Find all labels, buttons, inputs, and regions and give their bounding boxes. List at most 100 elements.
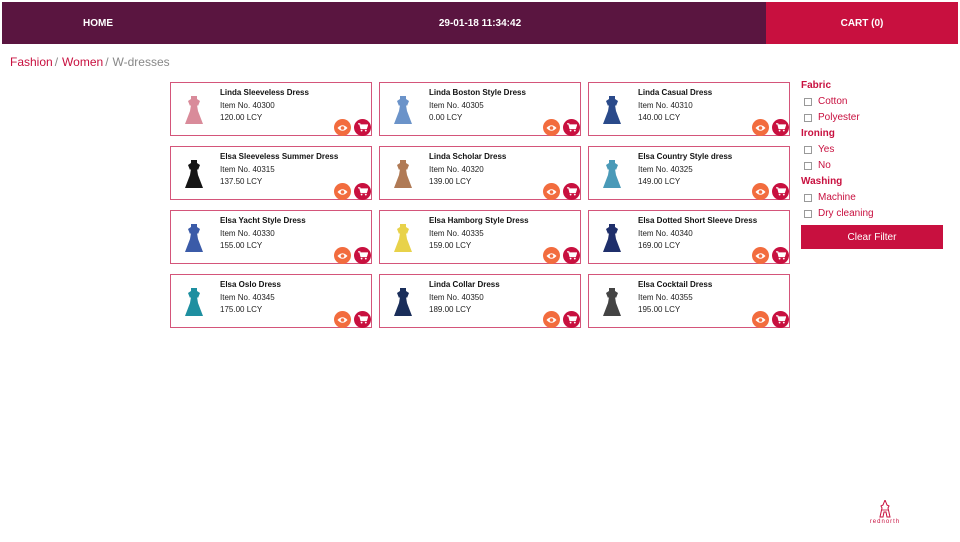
add-to-cart-button[interactable] (563, 183, 580, 200)
product-price: 175.00 LCY (220, 305, 263, 314)
product-price: 169.00 LCY (638, 241, 681, 250)
logo-text: rednorth (869, 519, 901, 525)
product-item-number: Item No. 40315 (220, 165, 275, 174)
view-button[interactable] (543, 183, 560, 200)
nav-home-button[interactable]: HOME (2, 2, 194, 44)
eye-icon (546, 252, 557, 259)
nav-cart-button[interactable]: CART (0) (766, 2, 958, 44)
filter-option-dry-cleaning[interactable]: Dry cleaning (804, 208, 943, 219)
product-name: Linda Collar Dress (429, 280, 500, 289)
filter-option-cotton[interactable]: Cotton (804, 96, 943, 107)
checkbox[interactable] (804, 97, 812, 106)
filter-option-label: Dry cleaning (818, 208, 874, 219)
view-button[interactable] (334, 119, 351, 136)
product-card[interactable]: Elsa Country Style dress Item No. 40325 … (588, 146, 790, 200)
filter-group-washing: Washing Machine Dry cleaning (801, 176, 943, 219)
cart-icon (566, 187, 577, 196)
breadcrumb-current: W-dresses (112, 55, 170, 69)
add-to-cart-button[interactable] (354, 119, 371, 136)
cart-icon (775, 315, 786, 324)
add-to-cart-button[interactable] (354, 247, 371, 264)
dress-icon (603, 288, 621, 316)
product-name: Elsa Oslo Dress (220, 280, 281, 289)
product-item-number: Item No. 40335 (429, 229, 484, 238)
add-to-cart-button[interactable] (563, 311, 580, 328)
product-card[interactable]: Linda Boston Style Dress Item No. 40305 … (379, 82, 581, 136)
add-to-cart-button[interactable] (354, 183, 371, 200)
dress-icon (185, 224, 203, 252)
add-to-cart-button[interactable] (772, 311, 789, 328)
filter-group-ironing: Ironing Yes No (801, 128, 943, 171)
filter-option-label: Cotton (818, 96, 848, 107)
product-name: Linda Boston Style Dress (429, 88, 526, 97)
eye-icon (337, 124, 348, 131)
product-item-number: Item No. 40300 (220, 101, 275, 110)
checkbox[interactable] (804, 145, 812, 154)
filter-heading: Ironing (801, 128, 835, 139)
view-button[interactable] (543, 119, 560, 136)
product-card[interactable]: Linda Sleeveless Dress Item No. 40300 12… (170, 82, 372, 136)
product-name: Elsa Country Style dress (638, 152, 733, 161)
breadcrumb-separator: / (54, 55, 59, 69)
add-to-cart-button[interactable] (563, 119, 580, 136)
eye-icon (337, 316, 348, 323)
eye-icon (755, 124, 766, 131)
checkbox[interactable] (804, 209, 812, 218)
filter-option-polyester[interactable]: Polyester (804, 112, 943, 123)
dress-icon (394, 224, 412, 252)
product-card[interactable]: Elsa Yacht Style Dress Item No. 40330 15… (170, 210, 372, 264)
add-to-cart-button[interactable] (563, 247, 580, 264)
filter-heading: Washing (801, 176, 843, 187)
view-button[interactable] (334, 183, 351, 200)
product-price: 139.00 LCY (429, 177, 472, 186)
view-button[interactable] (752, 183, 769, 200)
view-button[interactable] (752, 247, 769, 264)
product-name: Elsa Hamborg Style Dress (429, 216, 529, 225)
filter-option-label: No (818, 160, 831, 171)
add-to-cart-button[interactable] (354, 311, 371, 328)
product-card[interactable]: Linda Scholar Dress Item No. 40320 139.0… (379, 146, 581, 200)
eye-icon (546, 316, 557, 323)
filter-option-yes[interactable]: Yes (804, 144, 943, 155)
breadcrumb-women[interactable]: Women (62, 55, 103, 69)
product-item-number: Item No. 40310 (638, 101, 693, 110)
product-card[interactable]: Elsa Sleeveless Summer Dress Item No. 40… (170, 146, 372, 200)
clear-filter-button[interactable]: Clear Filter (801, 225, 943, 249)
view-button[interactable] (543, 311, 560, 328)
add-to-cart-button[interactable] (772, 247, 789, 264)
product-card[interactable]: Elsa Dotted Short Sleeve Dress Item No. … (588, 210, 790, 264)
breadcrumb-fashion[interactable]: Fashion (10, 55, 53, 69)
filter-group-fabric: Fabric Cotton Polyester (801, 80, 943, 123)
product-price: 189.00 LCY (429, 305, 472, 314)
filter-panel: Fabric Cotton Polyester Ironing Yes No W… (801, 80, 943, 249)
product-price: 137.50 LCY (220, 177, 263, 186)
view-button[interactable] (334, 311, 351, 328)
view-button[interactable] (334, 247, 351, 264)
checkbox[interactable] (804, 161, 812, 170)
clock-display: 29-01-18 11:34:42 (438, 17, 522, 29)
product-card[interactable]: Elsa Hamborg Style Dress Item No. 40335 … (379, 210, 581, 264)
eye-icon (337, 252, 348, 259)
view-button[interactable] (752, 311, 769, 328)
cart-icon (357, 315, 368, 324)
dress-icon (185, 160, 203, 188)
view-button[interactable] (543, 247, 560, 264)
product-card[interactable]: Elsa Oslo Dress Item No. 40345 175.00 LC… (170, 274, 372, 328)
breadcrumb-separator: / (105, 55, 109, 69)
product-card[interactable]: Linda Collar Dress Item No. 40350 189.00… (379, 274, 581, 328)
product-item-number: Item No. 40325 (638, 165, 693, 174)
add-to-cart-button[interactable] (772, 119, 789, 136)
checkbox[interactable] (804, 193, 812, 202)
product-card[interactable]: Linda Casual Dress Item No. 40310 140.00… (588, 82, 790, 136)
eye-icon (546, 124, 557, 131)
dress-icon (603, 224, 621, 252)
product-card[interactable]: Elsa Cocktail Dress Item No. 40355 195.0… (588, 274, 790, 328)
filter-heading: Fabric (801, 80, 832, 91)
filter-option-no[interactable]: No (804, 160, 943, 171)
view-button[interactable] (752, 119, 769, 136)
product-price: 0.00 LCY (429, 113, 463, 122)
cart-icon (357, 251, 368, 260)
checkbox[interactable] (804, 113, 812, 122)
add-to-cart-button[interactable] (772, 183, 789, 200)
filter-option-machine[interactable]: Machine (804, 192, 943, 203)
